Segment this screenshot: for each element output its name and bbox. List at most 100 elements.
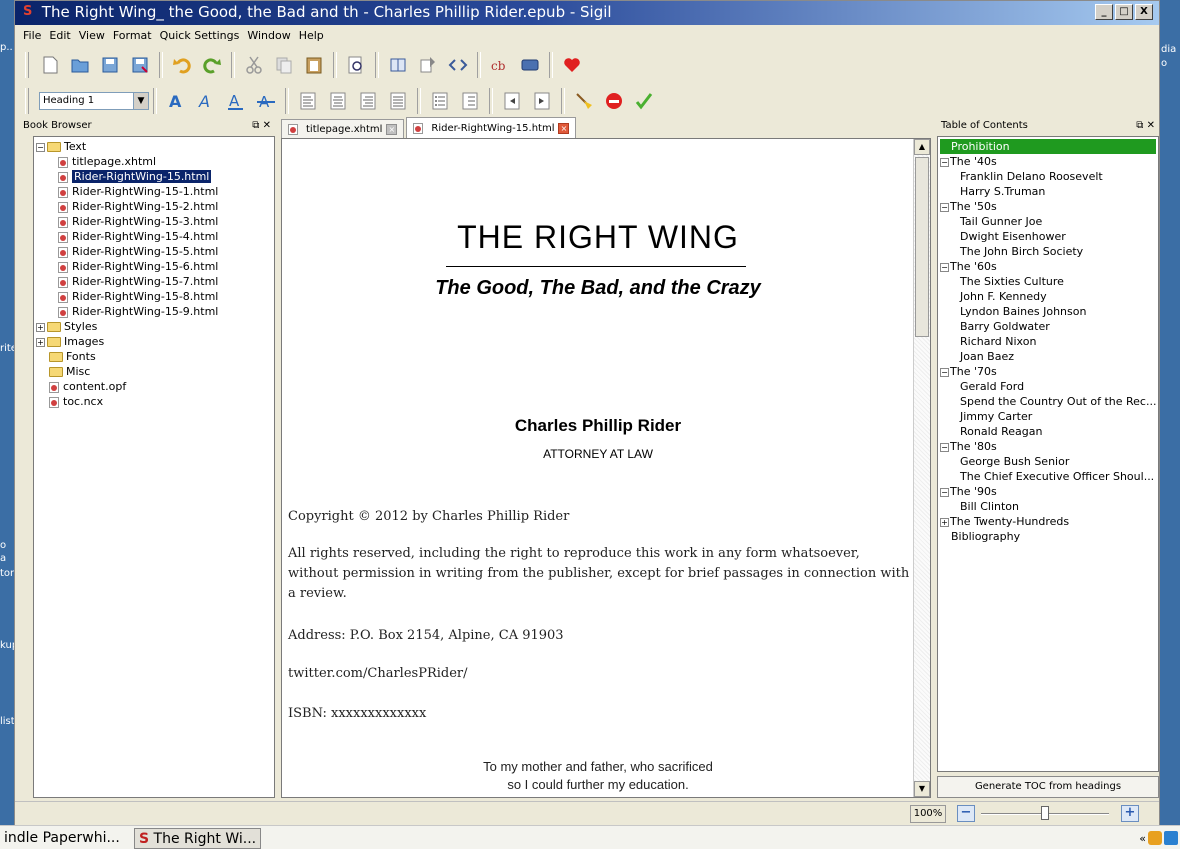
toc-item[interactable]: The Chief Executive Officer Shoul... bbox=[940, 469, 1156, 484]
spellcheck-button[interactable]: cb bbox=[487, 52, 513, 78]
bold-button[interactable]: A bbox=[163, 88, 189, 114]
tab-titlepage[interactable]: titlepage.xhtml × bbox=[281, 119, 405, 138]
tree-item[interactable]: content.opf bbox=[36, 379, 274, 394]
scroll-up-icon[interactable]: ▲ bbox=[914, 139, 930, 155]
tree-item[interactable]: Rider-RightWing-15-1.html bbox=[36, 184, 274, 199]
copyright-text[interactable]: Copyright © 2012 by Charles Phillip Ride… bbox=[288, 507, 908, 527]
tree-item[interactable]: Misc bbox=[36, 364, 274, 379]
toc-item[interactable]: The Sixties Culture bbox=[940, 274, 1156, 289]
desktop-label[interactable]: dia bbox=[1161, 44, 1176, 55]
tree-item[interactable]: toc.ncx bbox=[36, 394, 274, 409]
minimize-button[interactable]: _ bbox=[1095, 4, 1113, 20]
tree-item[interactable]: Rider-RightWing-15-6.html bbox=[36, 259, 274, 274]
metadata-button[interactable] bbox=[517, 52, 543, 78]
tree-item[interactable]: Rider-RightWing-15-2.html bbox=[36, 199, 274, 214]
desktop-label[interactable]: o bbox=[1161, 58, 1167, 69]
toc-item[interactable]: Harry S.Truman bbox=[940, 184, 1156, 199]
menu-window[interactable]: Window bbox=[247, 29, 290, 42]
book-title[interactable]: THE RIGHT WING bbox=[282, 219, 914, 256]
title-bar[interactable]: S The Right Wing_ the Good, the Bad and … bbox=[15, 1, 1159, 25]
save-button[interactable] bbox=[97, 52, 123, 78]
expand-icon[interactable]: + bbox=[36, 337, 45, 347]
justify-button[interactable] bbox=[385, 88, 411, 114]
toc-item[interactable]: George Bush Senior bbox=[940, 454, 1156, 469]
toc-item[interactable]: Richard Nixon bbox=[940, 334, 1156, 349]
author-name[interactable]: Charles Phillip Rider bbox=[282, 416, 914, 436]
desktop-label[interactable]: p.. bbox=[0, 42, 13, 53]
toc-item[interactable]: Bibliography bbox=[940, 529, 1156, 544]
validate-button[interactable] bbox=[631, 88, 657, 114]
strikethrough-button[interactable]: A bbox=[253, 88, 279, 114]
toc-item[interactable]: The John Birch Society bbox=[940, 244, 1156, 259]
paste-button[interactable] bbox=[301, 52, 327, 78]
tree-item[interactable]: + Styles bbox=[36, 319, 274, 334]
menu-help[interactable]: Help bbox=[299, 29, 324, 42]
isbn-text[interactable]: ISBN: xxxxxxxxxxxxx bbox=[288, 704, 908, 724]
desktop-label[interactable]: list bbox=[0, 716, 14, 727]
toc-item[interactable]: Spend the Country Out of the Rec... bbox=[940, 394, 1156, 409]
tree-item[interactable]: Rider-RightWing-15-5.html bbox=[36, 244, 274, 259]
toc-item[interactable]: − The '40s bbox=[940, 154, 1156, 169]
new-file-button[interactable] bbox=[37, 52, 63, 78]
document-page[interactable]: THE RIGHT WING The Good, The Bad, and th… bbox=[282, 139, 914, 797]
tree-item[interactable]: − Text bbox=[36, 139, 274, 154]
toc-item[interactable]: Lyndon Baines Johnson bbox=[940, 304, 1156, 319]
tray-app-icon[interactable] bbox=[1148, 831, 1162, 845]
toc-item[interactable]: + The Twenty-Hundreds bbox=[940, 514, 1156, 529]
increase-indent-button[interactable] bbox=[529, 88, 555, 114]
taskbar-item-sigil[interactable]: S The Right Wi... bbox=[134, 828, 262, 849]
twitter-text[interactable]: twitter.com/CharlesPRider/ bbox=[288, 664, 908, 684]
undo-button[interactable] bbox=[169, 52, 195, 78]
close-button[interactable]: X bbox=[1135, 4, 1153, 20]
zoom-slider-handle[interactable] bbox=[1041, 806, 1049, 820]
toc-item[interactable]: John F. Kennedy bbox=[940, 289, 1156, 304]
collapse-icon[interactable]: − bbox=[36, 142, 45, 152]
heading-select[interactable]: Heading 1 ▼ bbox=[39, 92, 149, 110]
scroll-down-icon[interactable]: ▼ bbox=[914, 781, 930, 797]
split-view-button[interactable] bbox=[415, 52, 441, 78]
code-view-button[interactable] bbox=[445, 52, 471, 78]
align-center-button[interactable] bbox=[325, 88, 351, 114]
toc-item[interactable]: − The '90s bbox=[940, 484, 1156, 499]
cut-button[interactable] bbox=[241, 52, 267, 78]
desktop-label[interactable]: tor bbox=[0, 568, 14, 579]
tree-item[interactable]: + Images bbox=[36, 334, 274, 349]
dedication-line-1[interactable]: To my mother and father, who sacrificed bbox=[282, 759, 914, 774]
generate-toc-button[interactable]: Generate TOC from headings bbox=[937, 776, 1159, 798]
stop-button[interactable] bbox=[601, 88, 627, 114]
close-tab-icon[interactable]: × bbox=[386, 123, 398, 135]
zoom-in-button[interactable]: + bbox=[1121, 805, 1139, 822]
toc-item[interactable]: Dwight Eisenhower bbox=[940, 229, 1156, 244]
author-role[interactable]: ATTORNEY AT LAW bbox=[282, 447, 914, 461]
menu-view[interactable]: View bbox=[79, 29, 105, 42]
desktop-label[interactable]: a bbox=[0, 553, 6, 564]
address-text[interactable]: Address: P.O. Box 2154, Alpine, CA 91903 bbox=[288, 626, 908, 646]
numbered-list-button[interactable] bbox=[457, 88, 483, 114]
book-view-button[interactable] bbox=[385, 52, 411, 78]
collapse-icon[interactable]: − bbox=[940, 157, 949, 167]
toc-item[interactable]: − The '70s bbox=[940, 364, 1156, 379]
toc-item[interactable]: Jimmy Carter bbox=[940, 409, 1156, 424]
menu-quick-settings[interactable]: Quick Settings bbox=[160, 29, 240, 42]
menu-file[interactable]: File bbox=[23, 29, 41, 42]
toc-item[interactable]: Gerald Ford bbox=[940, 379, 1156, 394]
tray-expand-icon[interactable]: « bbox=[1139, 832, 1146, 845]
maximize-button[interactable]: □ bbox=[1115, 4, 1133, 20]
tree-item[interactable]: titlepage.xhtml bbox=[36, 154, 274, 169]
find-replace-button[interactable] bbox=[343, 52, 369, 78]
close-tab-icon[interactable]: × bbox=[558, 122, 570, 134]
expand-icon[interactable]: + bbox=[36, 322, 45, 332]
toolbar-grip[interactable] bbox=[25, 52, 29, 78]
editor-scrollbar[interactable]: ▲ ▼ bbox=[913, 139, 930, 797]
desktop-label[interactable]: rite bbox=[0, 343, 14, 354]
zoom-out-button[interactable]: − bbox=[957, 805, 975, 822]
book-subtitle[interactable]: The Good, The Bad, and the Crazy bbox=[282, 277, 914, 300]
italic-button[interactable]: A bbox=[193, 88, 219, 114]
clean-button[interactable] bbox=[571, 88, 597, 114]
tree-item[interactable]: Rider-RightWing-15-4.html bbox=[36, 229, 274, 244]
toolbar-grip[interactable] bbox=[25, 88, 29, 114]
toc-item[interactable]: Tail Gunner Joe bbox=[940, 214, 1156, 229]
chevron-down-icon[interactable]: ▼ bbox=[133, 93, 148, 109]
save-as-button[interactable] bbox=[127, 52, 153, 78]
book-view-editor[interactable]: THE RIGHT WING The Good, The Bad, and th… bbox=[281, 138, 931, 798]
